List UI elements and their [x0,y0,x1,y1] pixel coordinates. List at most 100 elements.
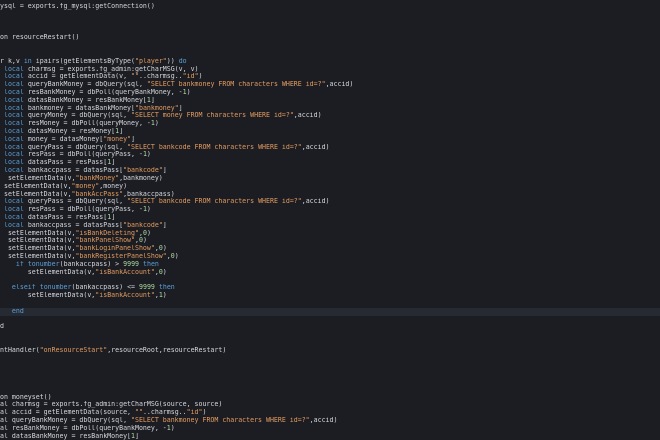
code-token: ,bankaccpass) [123,190,175,198]
code-line[interactable] [0,339,660,347]
code-line[interactable] [0,300,660,308]
code-token: resMoney = dbPoll(queryMoney, - [23,120,151,128]
code-line[interactable]: local queryMoney = dbQuery(sql, "SELECT … [0,112,660,120]
code-token: ] [131,135,136,143]
code-line[interactable] [0,362,660,370]
code-line[interactable] [0,316,660,324]
code-token: "isBankAccount" [95,268,155,276]
code-line[interactable]: local money = datasMoney["money"] [0,136,660,144]
code-token: setElementData(v, [0,182,72,190]
code-editor[interactable]: ysql = exports.fg_mysql:getConnection() … [0,0,660,440]
code-line[interactable] [0,386,660,394]
code-token: ,accid) [309,417,338,425]
code-line[interactable]: al queryBankMoney = dbQuery(sql, "SELECT… [0,417,660,425]
code-line[interactable]: local bankaccpass = datasPass["bankcode"… [0,222,660,230]
code-token: al datasBankMoney = resBankMoney[ [0,432,132,440]
code-token: ] [111,213,116,221]
code-line[interactable] [0,19,660,27]
code-token: "id" [182,73,199,81]
code-line[interactable]: local queryPass = dbQuery(sql, "SELECT b… [0,144,660,152]
code-line[interactable]: d [0,323,660,331]
code-token: local [3,159,24,167]
code-token: then [143,260,159,268]
code-token: "" [134,409,143,417]
code-token: ] [150,96,155,104]
code-line[interactable]: setElementData(v,"bankRegisterPanelShow"… [0,253,660,261]
code-line[interactable]: setElementData(v,"bankAccPass",bankaccpa… [0,191,660,199]
code-line[interactable] [0,370,660,378]
code-line[interactable]: setElementData(v,"bankPanelShow",0) [0,237,660,245]
code-line[interactable]: setElementData(v,"money",money) [0,183,660,191]
code-line[interactable]: local queryBankMoney = dbQuery(sql, "SEL… [0,81,660,89]
code-line[interactable]: elseif tonumber(bankaccpass) <= 9999 the… [0,284,660,292]
code-line[interactable]: local queryPass = dbQuery(sql, "SELECT b… [0,198,660,206]
code-line[interactable]: local resPass = dbPoll(queryPass, -1) [0,206,660,214]
code-token: ) [170,424,175,432]
code-line[interactable] [0,42,660,50]
code-line[interactable]: al charmsg = exports.fg_admin:getCharMSG… [0,401,660,409]
code-line[interactable]: setElementData(v,"bankMoney",bankmoney) [0,175,660,183]
code-token: ) [146,229,151,237]
code-token: local [3,96,24,104]
code-line[interactable]: local datasPass = resPass[1] [0,214,660,222]
code-token: al accid = getElementData(source, [0,409,135,417]
code-token: 9999 [123,260,140,268]
code-token: "SELECT bankcode FROM characters WHERE i… [127,143,302,151]
code-token: tonumber [27,260,60,268]
code-line[interactable]: al accid = getElementData(source, ""..ch… [0,409,660,417]
code-token: ) [162,268,167,276]
code-line[interactable]: local accid = getElementData(v, ""..char… [0,73,660,81]
code-line[interactable] [0,50,660,58]
code-line[interactable]: r k,v in ipairs(getElementsByType("playe… [0,58,660,66]
code-token: local [3,135,24,143]
code-token: d [0,323,4,331]
code-token: "isBankDeleting" [75,229,139,237]
code-line[interactable] [0,331,660,339]
code-token: on moneyset() [0,393,52,401]
code-lines[interactable]: ysql = exports.fg_mysql:getConnection() … [0,3,660,440]
code-line[interactable]: ysql = exports.fg_mysql:getConnection() [0,3,660,11]
code-line[interactable] [0,276,660,284]
code-token: datasMoney = resMoney[ [23,128,116,135]
code-token: ) [146,206,151,214]
code-line[interactable]: local datasMoney = resMoney[1] [0,128,660,136]
code-token: setElementData(v, [0,237,76,245]
code-token: "bankAccPass" [71,190,124,198]
code-line[interactable] [0,355,660,363]
code-token: ,money) [99,182,128,190]
code-line[interactable]: local bankaccpass = datasPass["bankcode"… [0,167,660,175]
code-line[interactable]: al resBankMoney = dbPoll(queryBankMoney,… [0,425,660,433]
code-line[interactable] [0,378,660,386]
code-line[interactable]: local resPass = dbPoll(queryPass, -1) [0,151,660,159]
code-token: then [158,284,175,292]
code-token: ,accid) [293,112,322,120]
code-line[interactable]: local datasPass = resPass[1] [0,159,660,167]
code-line[interactable]: local resMoney = dbPoll(queryMoney, -1) [0,120,660,128]
code-line[interactable]: local bankmoney = datasBankMoney["bankmo… [0,105,660,113]
code-line[interactable]: local resBankMoney = dbPoll(queryBankMon… [0,89,660,97]
code-token: resPass = dbPoll(queryPass, - [23,151,143,159]
code-line[interactable]: setElementData(v,"bankLoginPanelShow",0) [0,245,660,253]
code-token: r k,v [0,57,24,65]
code-line[interactable]: setElementData(v,"isBankAccount",1) [0,292,660,300]
code-line[interactable]: on moneyset() [0,394,660,402]
code-line[interactable]: end [0,307,660,316]
code-token: ,accid) [301,143,330,151]
code-line[interactable]: local charmsg = exports.fg_admin:getChar… [0,66,660,74]
code-token: ) [142,237,147,245]
code-line[interactable]: ntHandler("onResourceStart",resourceRoot… [0,347,660,355]
code-line[interactable] [0,26,660,34]
code-line[interactable]: if tonumber(bankaccpass) > 9999 then [0,261,660,269]
code-line[interactable]: on resourceRestart() [0,34,660,42]
code-token: money = datasMoney[ [23,135,104,143]
code-token: ) [198,73,203,81]
code-line[interactable]: al datasBankMoney = resBankMoney[1] [0,433,660,440]
code-line[interactable]: setElementData(v,"isBankAccount",0) [0,269,660,277]
code-token: al resBankMoney = dbPoll(queryBankMoney,… [0,424,167,432]
code-line[interactable]: setElementData(v,"isBankDeleting",0) [0,230,660,238]
code-line[interactable]: local datasBankMoney = resBankMoney[1] [0,97,660,105]
code-token: ) [154,120,159,128]
code-line[interactable] [0,11,660,19]
code-token: datasBankMoney = resBankMoney[ [23,96,147,104]
